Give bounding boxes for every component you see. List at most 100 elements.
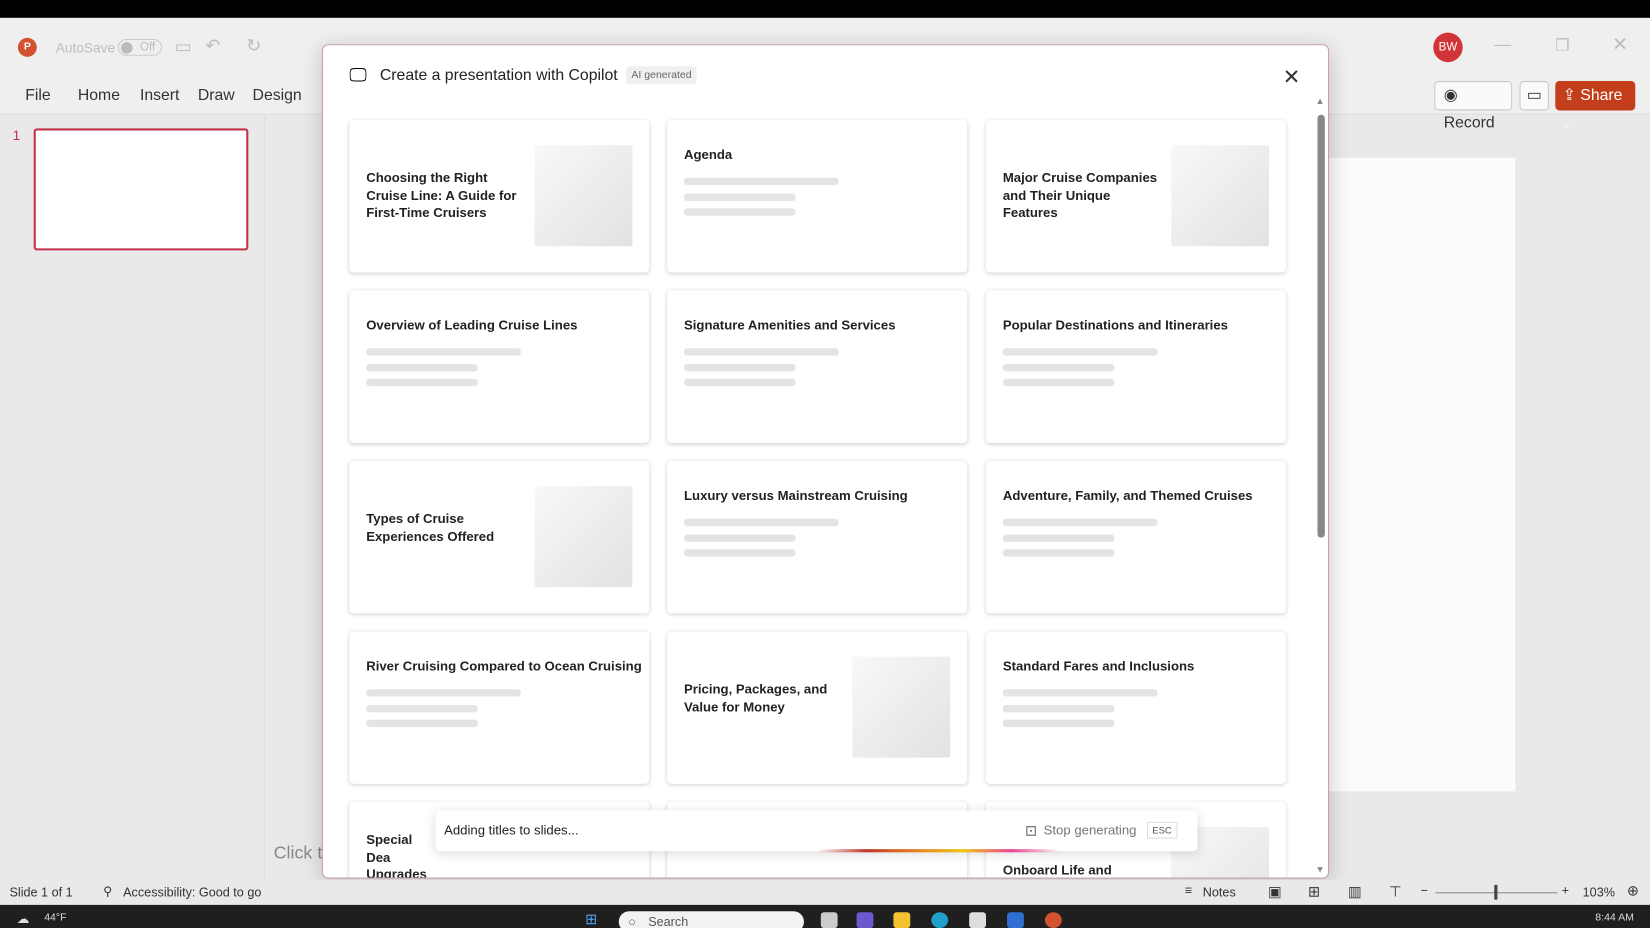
slide-card-title: Pricing, Packages, and Value for Money	[683, 681, 828, 714]
weather-icon: ☁	[16, 911, 30, 926]
slide-card[interactable]: Pricing, Packages, and Value for Money	[667, 631, 968, 784]
clock[interactable]: 8:44 AM	[1595, 912, 1634, 924]
content-placeholder-line	[1002, 518, 1158, 527]
app-icon[interactable]	[1007, 912, 1024, 928]
content-placeholder-line	[683, 348, 839, 356]
autosave-label: AutoSave	[55, 39, 116, 56]
slide-card[interactable]: Popular Destinations and Itineraries	[986, 290, 1286, 443]
minimize-icon[interactable]: —	[1494, 36, 1511, 55]
content-placeholder-line	[683, 364, 796, 372]
slide-card-title: Onboard Life and	[1002, 862, 1112, 878]
search-placeholder: Search	[648, 914, 689, 928]
content-placeholder-line	[1002, 549, 1115, 557]
slide-card[interactable]: River Cruising Compared to Ocean Cruisin…	[349, 631, 650, 784]
redo-icon[interactable]: ↻	[246, 36, 261, 57]
content-placeholder-line	[683, 208, 796, 216]
dialog-title: Create a presentation with Copilot	[379, 66, 618, 85]
comment-icon: ▭	[1526, 86, 1542, 105]
scroll-down-icon[interactable]: ▼	[1315, 864, 1324, 875]
close-window-icon[interactable]: ✕	[1612, 34, 1628, 56]
ai-generated-badge: AI generated	[626, 66, 697, 85]
slide-card-title: Agenda	[683, 147, 733, 163]
content-placeholder-line	[1002, 534, 1115, 542]
share-icon: ⇪	[1562, 86, 1576, 105]
accessibility-icon: ⚲	[103, 883, 113, 899]
notes-button[interactable]: Notes	[1203, 885, 1236, 900]
copilot-presentation-icon: 🖵	[349, 65, 367, 86]
copilot-app-icon[interactable]	[856, 912, 874, 928]
record-button[interactable]: ◉ Record	[1434, 81, 1513, 132]
normal-view-icon[interactable]: ▣	[1268, 883, 1282, 901]
slide-card-title: Choosing the Right Cruise Line: A Guide …	[366, 170, 517, 220]
slide-canvas[interactable]	[1328, 157, 1516, 792]
scroll-up-icon[interactable]: ▲	[1315, 96, 1324, 107]
search-icon: ○	[628, 914, 636, 928]
presenter-view-icon[interactable]: ⊤	[1389, 883, 1402, 901]
record-label: Record	[1443, 113, 1495, 132]
accessibility-status[interactable]: Accessibility: Good to go	[123, 885, 261, 900]
content-placeholder-line	[1002, 689, 1158, 697]
generation-progress-bar: Adding titles to slides... ⊡ Stop genera…	[435, 810, 1198, 852]
slide-card[interactable]: Major Cruise Companies and Their Unique …	[986, 119, 1286, 273]
taskbar-search[interactable]: ○ Search	[618, 911, 804, 928]
slide-card-title: Major Cruise Companies and Their Unique …	[1002, 170, 1158, 220]
zoom-level[interactable]: 103%	[1583, 885, 1615, 900]
zoom-in-icon[interactable]: +	[1562, 883, 1569, 898]
content-placeholder-line	[683, 193, 796, 201]
tab-insert[interactable]: Insert	[140, 86, 179, 104]
content-placeholder-line	[683, 518, 839, 527]
content-placeholder-line	[683, 177, 839, 186]
autosave-toggle[interactable]: Off	[117, 38, 163, 56]
zoom-slider-handle[interactable]	[1494, 884, 1498, 900]
tab-draw[interactable]: Draw	[198, 86, 235, 104]
stop-label: Stop generating	[1043, 822, 1137, 838]
slide-thumbnail[interactable]	[33, 128, 249, 251]
content-placeholder-line	[366, 348, 521, 356]
powerpoint-logo-icon: P	[17, 37, 37, 57]
slide-card[interactable]: Agenda	[667, 119, 968, 273]
content-placeholder-line	[366, 719, 478, 728]
slide-image-placeholder	[852, 656, 951, 758]
restore-icon[interactable]: ❐	[1555, 36, 1569, 55]
file-explorer-icon[interactable]	[893, 912, 911, 928]
slide-card[interactable]: Overview of Leading Cruise Lines	[349, 290, 650, 443]
slide-card[interactable]: Types of Cruise Experiences Offered	[349, 460, 650, 614]
avatar[interactable]: BW	[1433, 32, 1463, 63]
powerpoint-window: P AutoSave Off ▭ ↶ ↻ BW — ❐ ✕ File Home …	[0, 0, 1650, 928]
slide-card[interactable]: Adventure, Family, and Themed Cruises	[986, 460, 1286, 614]
tab-home[interactable]: Home	[78, 86, 120, 104]
slide-card[interactable]: Standard Fares and Inclusions	[986, 631, 1286, 784]
save-icon[interactable]: ▭	[175, 37, 192, 58]
weather-temp[interactable]: 44°F	[44, 912, 66, 924]
tab-file[interactable]: File	[25, 86, 50, 104]
slide-card[interactable]: Luxury versus Mainstream Cruising	[667, 460, 968, 614]
content-placeholder-line	[366, 689, 521, 697]
comments-button[interactable]: ▭	[1519, 81, 1549, 111]
close-dialog-icon[interactable]: ✕	[1283, 64, 1301, 90]
slide-placeholder-text[interactable]: Click t	[274, 843, 323, 864]
fit-to-window-icon[interactable]: ⊕	[1627, 882, 1639, 900]
slide-card-title: Types of Cruise Experiences Offered	[366, 511, 495, 544]
task-view-icon[interactable]	[820, 912, 838, 928]
reading-view-icon[interactable]: ▥	[1348, 883, 1362, 901]
windows-start-icon[interactable]: ⊞	[585, 910, 597, 928]
slide-number: 1	[12, 127, 21, 144]
stop-generating-button[interactable]: ⊡ Stop generating ESC	[1025, 817, 1178, 844]
zoom-out-icon[interactable]: −	[1421, 883, 1428, 898]
powerpoint-taskbar-icon[interactable]	[1044, 912, 1062, 928]
slide-card[interactable]: Choosing the Right Cruise Line: A Guide …	[349, 119, 650, 273]
share-label: Share	[1580, 86, 1623, 105]
chevron-down-icon: ⌄	[1562, 118, 1572, 131]
esc-key-hint: ESC	[1147, 821, 1178, 839]
tab-design[interactable]: Design	[253, 86, 302, 104]
edge-icon[interactable]	[931, 912, 949, 928]
slide-card-title: Standard Fares and Inclusions	[1002, 658, 1195, 674]
progress-text: Adding titles to slides...	[444, 822, 579, 838]
store-icon[interactable]	[969, 912, 987, 928]
slide-sorter-icon[interactable]: ⊞	[1308, 883, 1320, 901]
share-button[interactable]: ⇪ Share ⌄	[1555, 81, 1636, 130]
scrollbar-thumb[interactable]	[1317, 114, 1325, 538]
slide-card[interactable]: Signature Amenities and Services	[667, 290, 968, 443]
undo-icon[interactable]: ↶	[205, 36, 220, 57]
notes-icon: ≡	[1184, 882, 1193, 898]
